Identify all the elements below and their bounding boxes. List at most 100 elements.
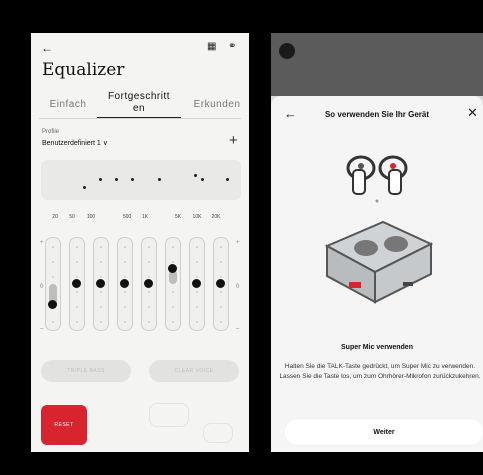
profile-dropdown[interactable]: Benutzerdefiniert 1 ∨ xyxy=(42,139,108,147)
slider-tick xyxy=(100,276,102,278)
slider-tick xyxy=(196,321,198,323)
reset-button[interactable]: RESET xyxy=(41,405,87,445)
slider-tick xyxy=(220,261,222,263)
slider-tick xyxy=(52,261,54,263)
close-icon[interactable]: ✕ xyxy=(467,105,478,121)
curve-point xyxy=(158,178,161,181)
slider-tick xyxy=(52,276,54,278)
feature-description: Halten Sie die TALK-Taste gedrückt, um S… xyxy=(279,363,481,380)
eq-slider-knob[interactable] xyxy=(191,278,201,288)
profile-label: Profile xyxy=(42,129,60,135)
slider-tick xyxy=(148,246,150,248)
slider-tick xyxy=(76,291,78,293)
minus-mark: – xyxy=(40,326,44,332)
curve-point xyxy=(99,178,102,181)
slider-tick xyxy=(100,306,102,308)
slider-tick xyxy=(124,261,126,263)
slider-tick xyxy=(52,321,54,323)
slider-tick xyxy=(172,291,174,293)
dimmed-background xyxy=(271,33,483,96)
earbuds-illustration xyxy=(324,155,434,304)
slider-tick xyxy=(124,306,126,308)
continue-button[interactable]: Weiter xyxy=(285,419,483,445)
slider-tick xyxy=(172,321,174,323)
eq-slider-knob[interactable] xyxy=(167,264,177,274)
faded-control xyxy=(149,403,189,427)
eq-slider-knob[interactable] xyxy=(71,278,81,288)
slider-tick xyxy=(220,246,222,248)
tab-einfach[interactable]: Einfach xyxy=(43,99,93,110)
slider-tick xyxy=(220,306,222,308)
zero-mark: 0 xyxy=(40,284,44,290)
slider-tick xyxy=(124,321,126,323)
eq-slider-knob[interactable] xyxy=(119,278,129,288)
eq-slider-knob[interactable] xyxy=(95,278,105,288)
slider-tick xyxy=(220,291,222,293)
add-profile-button[interactable]: + xyxy=(229,132,238,149)
eq-slider-knob[interactable] xyxy=(143,278,153,288)
eq-slider-knob[interactable] xyxy=(215,278,225,288)
slider-tick xyxy=(124,276,126,278)
curve-point xyxy=(194,174,197,177)
slider-tick xyxy=(148,261,150,263)
slider-tick xyxy=(196,306,198,308)
preset-clear-voice-button[interactable]: CLEAR VOICE xyxy=(149,360,239,382)
plus-mark: + xyxy=(40,240,44,246)
feature-title: Super Mic verwenden xyxy=(341,344,413,351)
slider-tick xyxy=(100,261,102,263)
back-arrow-icon[interactable]: ← xyxy=(41,41,53,55)
slider-tick xyxy=(172,246,174,248)
minus-mark: – xyxy=(236,326,240,332)
slider-tick xyxy=(100,321,102,323)
slider-tick xyxy=(100,291,102,293)
frequency-label: 1K xyxy=(141,214,149,220)
slider-tick xyxy=(148,321,150,323)
grid-icon[interactable]: ▦ xyxy=(207,41,216,52)
eq-slider-track[interactable] xyxy=(45,237,61,331)
frequency-label: 5K xyxy=(174,214,182,220)
slider-tick xyxy=(76,276,78,278)
slider-tick xyxy=(196,246,198,248)
slider-tick xyxy=(196,261,198,263)
slider-tick xyxy=(148,276,150,278)
eq-slider-knob[interactable] xyxy=(47,300,57,310)
page-title: Equalizer xyxy=(42,60,125,80)
slider-tick xyxy=(76,261,78,263)
frequency-label: 20K xyxy=(211,214,221,220)
curve-point xyxy=(226,178,229,181)
curve-point xyxy=(201,178,204,181)
plus-mark: + xyxy=(236,240,240,246)
curve-point xyxy=(115,178,118,181)
tab-erkunden[interactable]: Erkunden xyxy=(187,99,247,110)
howto-sheet: ← So verwenden Sie Ihr Gerät ✕ Super Mic… xyxy=(271,96,483,452)
slider-tick xyxy=(52,246,54,248)
slider-tick xyxy=(76,246,78,248)
slider-tick xyxy=(100,246,102,248)
eq-curve-preview xyxy=(41,160,241,200)
zero-mark: 0 xyxy=(236,284,240,290)
slider-tick xyxy=(196,276,198,278)
active-tab-indicator xyxy=(97,117,181,118)
frequency-label: 50 xyxy=(69,214,75,220)
slider-tick xyxy=(124,246,126,248)
share-icon[interactable]: ⚭ xyxy=(228,41,236,52)
equalizer-screen: ← ▦ ⚭ Equalizer Einfach Fortgeschritt en… xyxy=(31,33,249,452)
tab-fortgeschritten[interactable]: Fortgeschritt en xyxy=(97,91,181,115)
howto-screen: ← So verwenden Sie Ihr Gerät ✕ Super Mic… xyxy=(271,33,483,452)
slider-tick xyxy=(148,306,150,308)
slider-tick xyxy=(76,321,78,323)
sheet-title: So verwenden Sie Ihr Gerät xyxy=(324,110,430,119)
frequency-label: 10K xyxy=(192,214,202,220)
slider-tick xyxy=(172,306,174,308)
right-earbud-icon xyxy=(378,155,408,195)
slider-tick xyxy=(76,306,78,308)
faded-control xyxy=(203,423,233,443)
eq-slider-track[interactable] xyxy=(165,237,181,331)
curve-point xyxy=(131,178,134,181)
slider-tick xyxy=(124,291,126,293)
frequency-label: 100 xyxy=(86,214,96,220)
slider-tick xyxy=(172,261,174,263)
preset-triple-bass-button[interactable]: TRIPLE BASS xyxy=(41,360,131,382)
app-logo-icon xyxy=(279,43,295,59)
curve-point xyxy=(83,186,86,189)
